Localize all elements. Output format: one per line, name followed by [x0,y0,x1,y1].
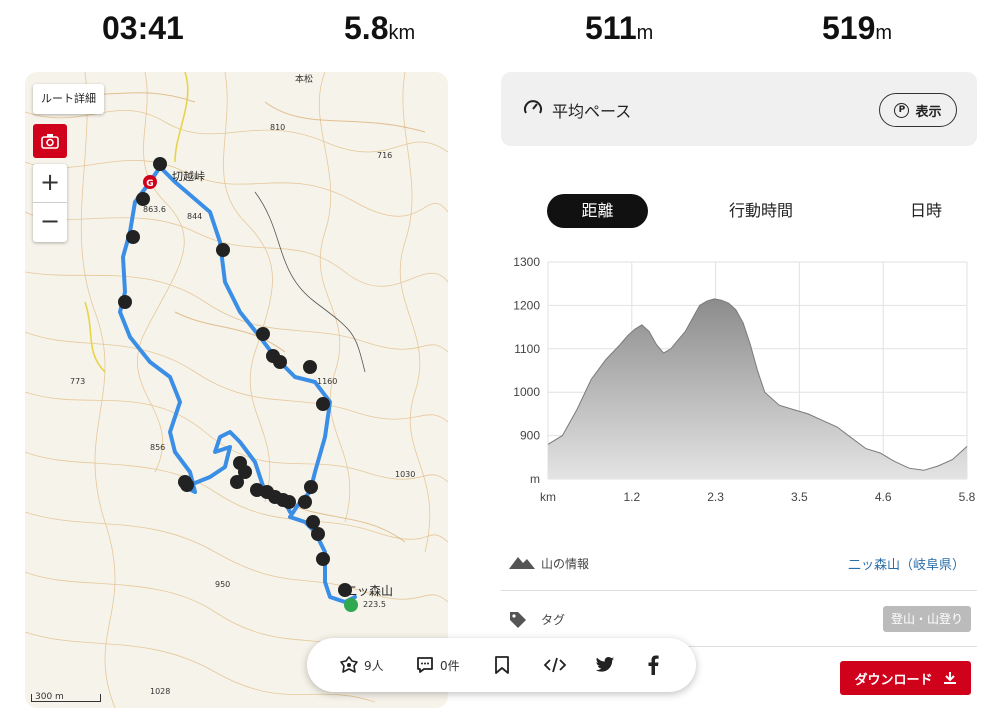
elevation-chart-svg: 1300 1200 1100 1000 900 mkm 1.2 2.3 3.5 4.6 5.8 [513,255,976,504]
x-tick-label: 4.6 [875,490,892,504]
peak-label: 二ッ森山 [345,583,393,598]
zoom-out-button[interactable]: − [33,203,67,242]
ascent-stat: 511m [585,10,653,47]
comment-button[interactable]: 0件 [415,654,460,676]
tag-pill[interactable]: 登山・山登り [882,606,971,632]
svg-text:1030: 1030 [395,470,415,479]
twitter-icon [595,657,615,672]
svg-text:844: 844 [187,212,202,221]
tag-icon [510,612,526,628]
descent-unit: m [875,22,893,44]
download-label: ダウンロード [854,672,933,688]
comment-icon [417,657,433,673]
like-button[interactable]: 9人 [339,654,384,676]
svg-text:950: 950 [215,580,230,589]
zoom-control: + − [33,164,67,242]
camera-button[interactable] [33,124,67,158]
svg-text:716: 716 [377,151,392,160]
share-bar: 9人 0件 [307,638,696,692]
embed-button[interactable] [543,654,567,676]
elevation-chart[interactable]: 1300 1200 1100 1000 900 m km 1.2 2.3 3.5 4.6 5.8 [501,250,977,510]
tab-distance[interactable]: 距離 [547,194,648,228]
route-detail-button[interactable]: ルート詳細 [33,84,104,114]
x-tick-label: 5.8 [959,490,976,504]
svg-text:856: 856 [150,443,165,452]
comment-count: 0件 [440,658,460,673]
x-tick-label: km [540,490,556,504]
mountain-icon [509,557,535,569]
tab-moving-time[interactable]: 行動時間 [701,194,821,228]
duration-value: 03:41 [102,10,184,46]
route-map[interactable]: G 切越峠 二ッ森山 本松 810 716 863.6 844 773 1160… [25,72,448,708]
area-label: 本松 [295,73,313,85]
average-pace-panel: 平均ペース P 表示 [501,72,977,146]
mountain-info-row: 山の情報 二ッ森山（岐阜県） [501,535,977,591]
y-tick-label: 1000 [513,385,540,399]
distance-unit: km [388,22,416,44]
embed-code-icon [543,657,567,673]
distance-stat: 5.8km [344,10,415,47]
facebook-icon [648,655,659,675]
map-scale: 300 m [31,693,101,702]
tag-label: タグ [541,613,566,627]
bookmark-icon [495,656,509,674]
svg-text:1028: 1028 [150,687,170,696]
y-tick-label: 900 [520,429,540,443]
chart-tabs: 距離 行動時間 日時 [501,190,977,230]
topographic-map[interactable]: G 切越峠 二ッ森山 本松 810 716 863.6 844 773 1160… [25,72,448,708]
svg-text:810: 810 [270,123,285,132]
x-tick-label: 1.2 [623,490,640,504]
facebook-share-button[interactable] [647,654,659,676]
like-flower-icon [340,656,358,673]
ascent-value: 511 [585,10,637,46]
descent-value: 519 [822,10,876,46]
y-tick-label: 1300 [513,255,540,269]
svg-text:863.6: 863.6 [143,205,166,214]
svg-text:G: G [146,179,153,189]
svg-text:223.5: 223.5 [363,600,386,609]
pass-label: 切越峠 [172,169,205,183]
like-count: 9人 [364,658,384,673]
elevation-area [548,298,967,479]
y-tick-label: 1100 [514,342,540,356]
svg-text:1160: 1160 [317,377,337,386]
tab-datetime[interactable]: 日時 [881,194,971,228]
bookmark-button[interactable] [493,654,511,676]
mountain-link[interactable]: 二ッ森山（岐阜県） [848,554,965,573]
distance-value: 5.8 [344,10,389,46]
elevation-labels: 810 716 863.6 844 773 1160 856 1030 950 … [70,123,415,696]
y-tick-label: m [530,472,540,486]
speedometer-icon [524,100,542,114]
show-pace-label: 表示 [915,104,942,120]
start-marker[interactable] [344,598,358,612]
mountain-info-label: 山の情報 [541,557,590,571]
download-icon [943,672,956,684]
descent-stat: 519m [822,10,892,47]
duration-stat: 03:41 [102,10,184,47]
y-tick-label: 1200 [513,298,540,312]
activity-stats: 03:41 5.8km 511m 519m [0,0,1000,60]
x-tick-label: 2.3 [707,490,724,504]
download-button[interactable]: ダウンロード [840,661,971,695]
svg-text:773: 773 [70,377,85,386]
premium-icon: P [894,102,910,118]
x-tick-label: 3.5 [791,490,808,504]
show-pace-button[interactable]: P 表示 [879,93,957,127]
ascent-unit: m [636,22,654,44]
zoom-in-button[interactable]: + [33,164,67,203]
average-pace-label: 平均ペース [552,102,632,121]
twitter-share-button[interactable] [595,654,615,676]
camera-icon [41,134,59,149]
